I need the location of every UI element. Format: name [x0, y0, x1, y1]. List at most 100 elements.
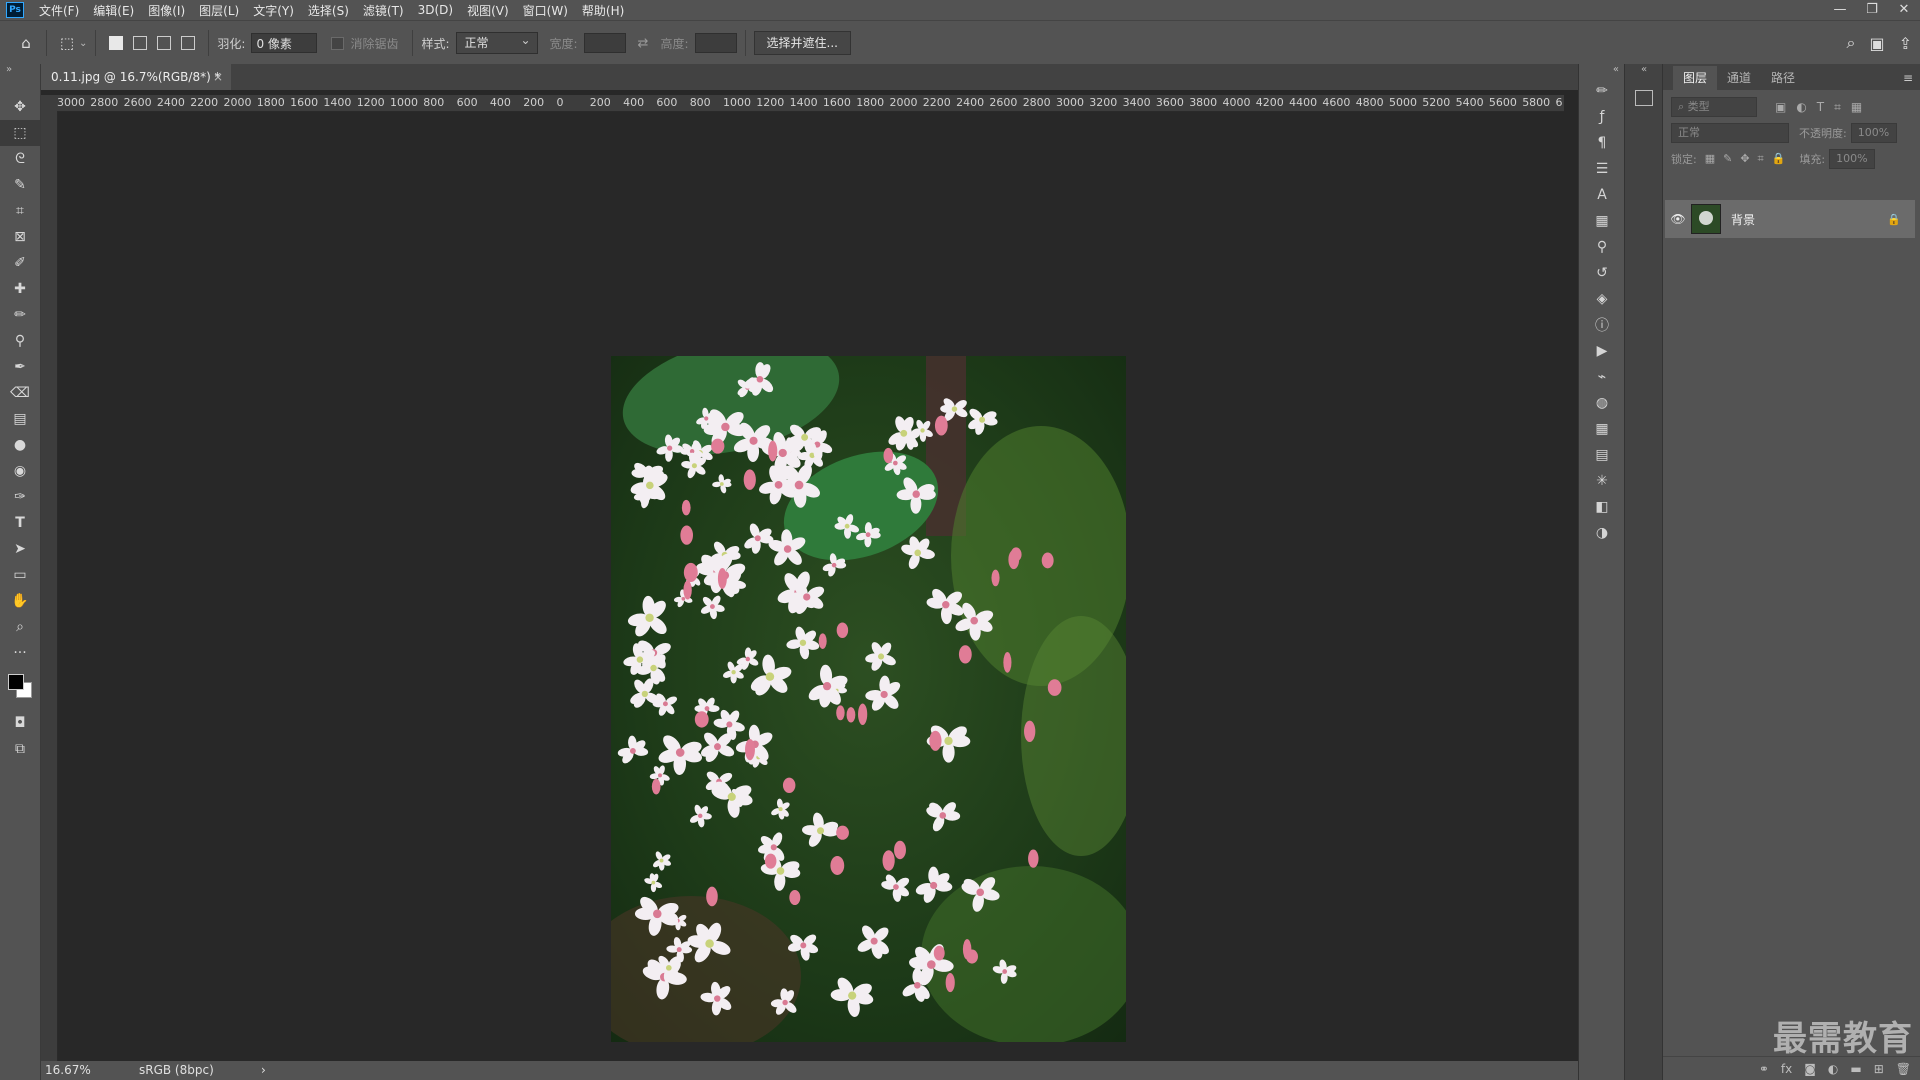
- move-tool-icon[interactable]: ✥: [0, 94, 40, 120]
- add-selection-icon[interactable]: [133, 36, 148, 50]
- chevron-down-icon[interactable]: ⌄: [79, 38, 87, 49]
- panel-menu-icon[interactable]: ≡: [1903, 66, 1913, 90]
- layer-row[interactable]: 👁 背景 🔒: [1665, 200, 1915, 238]
- home-icon[interactable]: ⌂: [14, 31, 38, 55]
- brush-settings-icon[interactable]: ✏: [1587, 78, 1617, 104]
- menu-3d[interactable]: 3D(D): [411, 3, 460, 17]
- menu-file[interactable]: 文件(F): [32, 2, 86, 19]
- dodge-tool-icon[interactable]: ◉: [0, 458, 40, 484]
- width-input[interactable]: [583, 33, 626, 53]
- lasso-tool-icon[interactable]: ᘓ: [0, 146, 40, 172]
- swap-icon[interactable]: ⇄: [638, 36, 649, 51]
- menu-filter[interactable]: 滤镜(T): [356, 2, 411, 19]
- rectangle-tool-icon[interactable]: ▭: [0, 562, 40, 588]
- document-tab[interactable]: 0.11.jpg @ 16.7%(RGB/8*) * ×: [41, 64, 231, 90]
- tab-layers[interactable]: 图层: [1673, 66, 1718, 90]
- properties-icon[interactable]: ☰: [1587, 156, 1617, 182]
- adjustment-layer-icon[interactable]: ◐: [1828, 1062, 1838, 1076]
- opacity-input[interactable]: 100%: [1850, 123, 1897, 143]
- eraser-tool-icon[interactable]: ⌫: [0, 380, 40, 406]
- libraries-icon[interactable]: ▦: [1587, 208, 1617, 234]
- canvas-area[interactable]: [58, 112, 1565, 1061]
- eye-icon[interactable]: 👁: [1665, 212, 1691, 226]
- quick-select-tool-icon[interactable]: ✎: [0, 172, 40, 198]
- subtract-selection-icon[interactable]: [157, 36, 172, 50]
- menu-image[interactable]: 图像(I): [141, 2, 192, 19]
- notes-icon[interactable]: ▤: [1587, 442, 1617, 468]
- new-selection-icon[interactable]: [109, 36, 124, 50]
- actions-icon[interactable]: ▶: [1587, 338, 1617, 364]
- history-brush-tool-icon[interactable]: ✒: [0, 354, 40, 380]
- adjustments-icon[interactable]: ◈: [1587, 286, 1617, 312]
- workspace-icon[interactable]: ▣: [1869, 34, 1884, 53]
- mask-icon[interactable]: ◙: [1804, 1062, 1816, 1076]
- antialias-checkbox[interactable]: [331, 36, 345, 50]
- table-icon[interactable]: ▦: [1587, 416, 1617, 442]
- minimize-button[interactable]: —: [1824, 0, 1856, 20]
- 3d-icon[interactable]: ◍: [1587, 390, 1617, 416]
- path-select-tool-icon[interactable]: ➤: [0, 536, 40, 562]
- pen-tool-icon[interactable]: ✑: [0, 484, 40, 510]
- clone-source-icon[interactable]: ⚲: [1587, 234, 1617, 260]
- lock-icons[interactable]: ▦✎✥⌗🔒: [1705, 152, 1794, 166]
- collapse-icon[interactable]: «: [1579, 64, 1625, 78]
- menu-view[interactable]: 视图(V): [460, 2, 516, 19]
- collapse-icon[interactable]: «: [1625, 64, 1663, 78]
- menu-edit[interactable]: 编辑(E): [86, 2, 141, 19]
- height-input[interactable]: [694, 33, 737, 53]
- collapse-icon[interactable]: »: [0, 64, 40, 94]
- color-icon[interactable]: ◑: [1587, 520, 1617, 546]
- eyedropper-tool-icon[interactable]: ✐: [0, 250, 40, 276]
- history-icon[interactable]: ↺: [1587, 260, 1617, 286]
- navigator-icon[interactable]: ◧: [1587, 494, 1617, 520]
- rect-marquee-tool-icon[interactable]: ⬚: [0, 120, 40, 146]
- paths-icon[interactable]: ⌁: [1587, 364, 1617, 390]
- fill-input[interactable]: 100%: [1829, 149, 1876, 169]
- styles-icon[interactable]: ƒ: [1587, 104, 1617, 130]
- info-icon[interactable]: ⓘ: [1587, 312, 1617, 338]
- character-icon[interactable]: A: [1587, 182, 1617, 208]
- quick-mask-icon[interactable]: ◘: [0, 710, 40, 736]
- brush-tool-icon[interactable]: ✏: [0, 302, 40, 328]
- rect-marquee-preset-icon[interactable]: ⬚: [55, 31, 79, 55]
- search-icon[interactable]: ⌕: [1847, 33, 1856, 53]
- link-icon[interactable]: ⚭: [1759, 1062, 1769, 1076]
- panel-icon[interactable]: [1635, 90, 1653, 106]
- foreground-color-swatch[interactable]: [8, 674, 24, 690]
- new-layer-icon[interactable]: ⊞: [1874, 1062, 1884, 1076]
- more-tools-icon[interactable]: ···: [0, 640, 40, 666]
- zoom-level[interactable]: 16.67%: [45, 1061, 91, 1080]
- share-icon[interactable]: ⇪: [1899, 34, 1912, 53]
- crop-tool-icon[interactable]: ⌗: [0, 198, 40, 224]
- restore-button[interactable]: ❐: [1856, 0, 1888, 20]
- menu-select[interactable]: 选择(S): [301, 2, 356, 19]
- close-tab-icon[interactable]: ×: [213, 64, 223, 90]
- screen-mode-icon[interactable]: ⧉: [0, 736, 40, 762]
- tab-paths[interactable]: 路径: [1761, 66, 1805, 90]
- menu-type[interactable]: 文字(Y): [246, 2, 301, 19]
- type-tool-icon[interactable]: T: [0, 510, 40, 536]
- fx-icon[interactable]: fx: [1781, 1062, 1792, 1076]
- style-select[interactable]: 正常: [455, 30, 538, 54]
- close-button[interactable]: ✕: [1888, 0, 1920, 20]
- clone-stamp-tool-icon[interactable]: ⚲: [0, 328, 40, 354]
- paragraph-icon[interactable]: ¶: [1587, 130, 1617, 156]
- trash-icon[interactable]: 🗑: [1896, 1062, 1911, 1076]
- zoom-tool-icon[interactable]: ⌕: [0, 614, 40, 640]
- menu-window[interactable]: 窗口(W): [516, 2, 575, 19]
- menu-layer[interactable]: 图层(L): [192, 2, 246, 19]
- hand-tool-icon[interactable]: ✋: [0, 588, 40, 614]
- document-image[interactable]: [611, 356, 1126, 1042]
- folder-icon[interactable]: ▬: [1850, 1062, 1861, 1076]
- blend-mode-select[interactable]: 正常: [1671, 123, 1789, 143]
- status-menu-arrow[interactable]: ›: [261, 1061, 266, 1080]
- tab-channels[interactable]: 通道: [1717, 66, 1761, 90]
- frame-tool-icon[interactable]: ⊠: [0, 224, 40, 250]
- layer-filter-select[interactable]: ⌕ 类型: [1671, 97, 1757, 117]
- blur-tool-icon[interactable]: ●: [0, 432, 40, 458]
- menu-help[interactable]: 帮助(H): [575, 2, 631, 19]
- gradient-tool-icon[interactable]: ▤: [0, 406, 40, 432]
- select-and-mask-button[interactable]: 选择并遮住...: [753, 31, 851, 55]
- intersect-selection-icon[interactable]: [181, 36, 196, 50]
- feather-input[interactable]: 0 像素: [251, 33, 318, 53]
